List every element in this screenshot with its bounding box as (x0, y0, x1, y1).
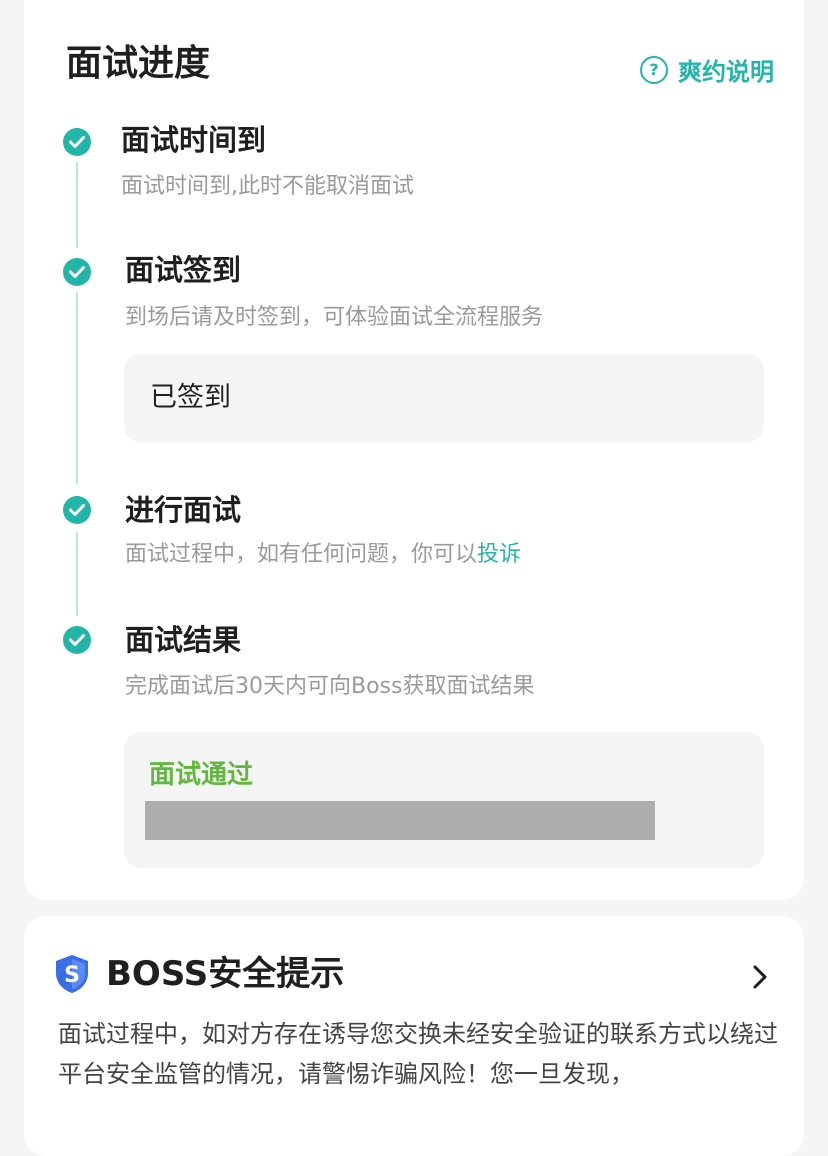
step-description-text: 面试过程中，如有任何问题，你可以 (125, 542, 478, 567)
redacted-bar (145, 801, 655, 840)
safety-tip-text: 面试过程中，如对方存在诱导您交换未经安全验证的联系方式以绕过平台安全监管的情况，… (58, 1020, 778, 1088)
timeline-connector (76, 532, 78, 616)
step-complete-check-icon (63, 128, 91, 156)
help-circle-icon: ? (640, 55, 668, 84)
progress-title: 面试进度 (66, 43, 211, 84)
interview-result-label: 面试通过 (149, 760, 254, 790)
step-description: 面试时间到,此时不能取消面试 (121, 174, 414, 199)
step-complete-check-icon (63, 258, 91, 286)
interview-result-box: 面试通过 (124, 732, 764, 868)
checkin-status-box: 已签到 (124, 354, 764, 442)
checkin-status-label: 已签到 (150, 382, 231, 413)
no-show-rules-label: 爽约说明 (678, 58, 774, 86)
interview-progress-card: 面试进度 ? 爽约说明 面试时间到 面试时间到,此时不能取消面试 面试签到 到场… (24, 0, 804, 900)
timeline-connector (76, 292, 78, 484)
step-description: 完成面试后30天内可向Boss获取面试结果 (125, 674, 535, 699)
no-show-rules-link[interactable]: ? 爽约说明 (640, 52, 774, 87)
chevron-right-icon[interactable] (752, 964, 768, 994)
step-complete-check-icon (63, 626, 91, 654)
step-title: 面试结果 (125, 623, 242, 657)
step-title: 面试时间到 (121, 123, 267, 157)
step-complete-check-icon (63, 496, 91, 524)
step-title: 面试签到 (125, 253, 242, 287)
step-title: 进行面试 (125, 493, 242, 527)
step-description: 到场后请及时签到，可体验面试全流程服务 (125, 305, 544, 330)
timeline-connector (76, 162, 78, 248)
complaint-link[interactable]: 投诉 (477, 542, 521, 567)
shield-icon: S (56, 955, 88, 993)
svg-text:S: S (64, 963, 80, 988)
safety-header[interactable]: S BOSS安全提示 (54, 954, 344, 994)
safety-title: BOSS安全提示 (106, 954, 345, 994)
safety-tips-card[interactable]: S BOSS安全提示 面试过程中，如对方存在诱导您交换未经安全验证的联系方式以绕… (24, 916, 804, 1156)
step-description: 面试过程中，如有任何问题，你可以投诉 (125, 544, 521, 566)
